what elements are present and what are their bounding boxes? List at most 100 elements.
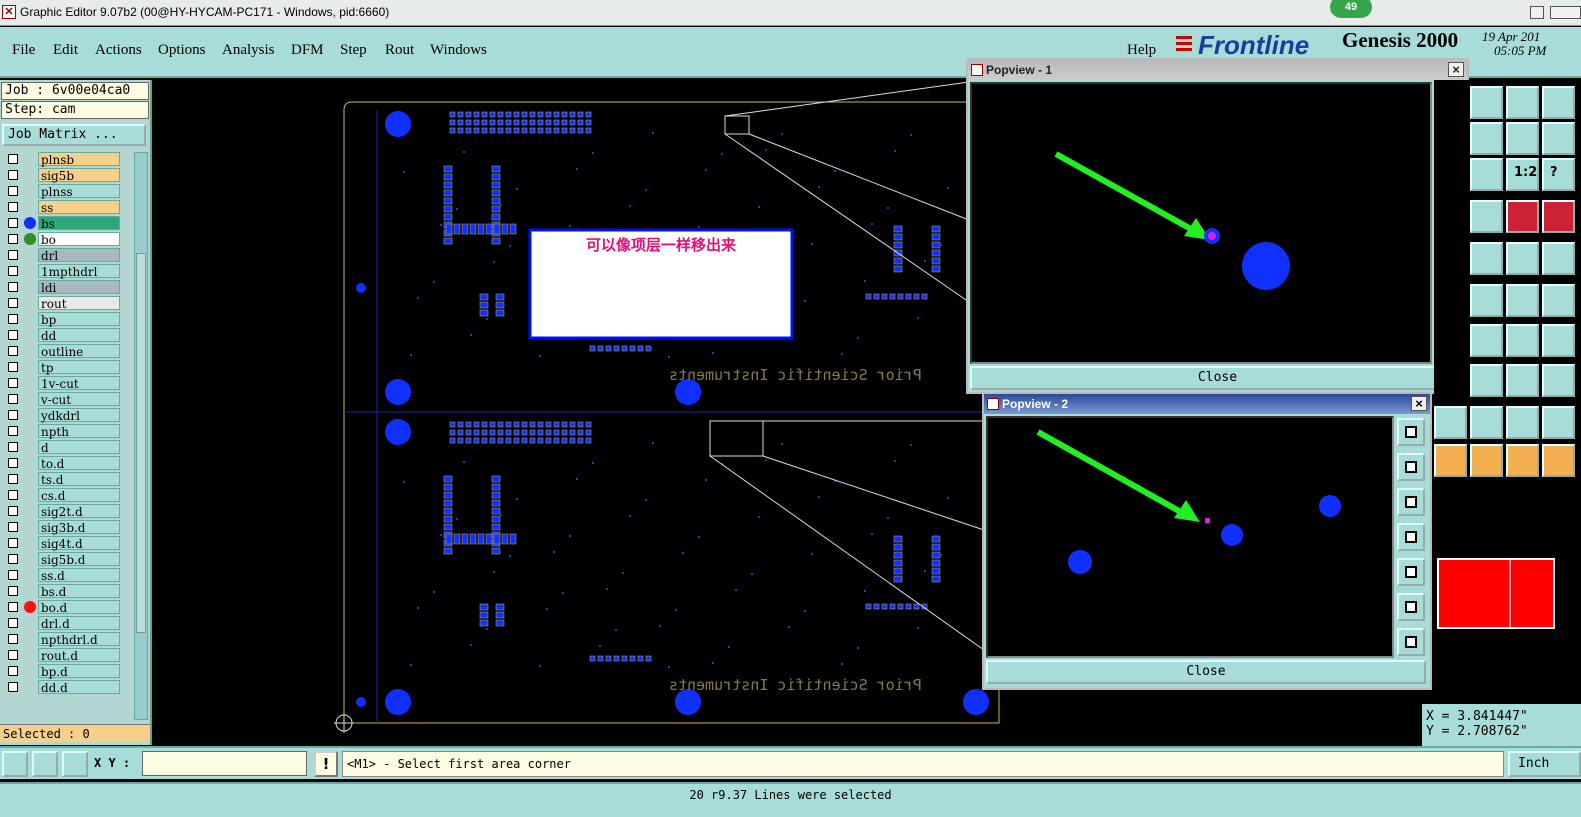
layer-name[interactable]: ts.d: [38, 472, 120, 487]
layer-checkbox[interactable]: [8, 618, 18, 628]
menu-windows[interactable]: Windows: [430, 42, 487, 59]
tool-grid-icon[interactable]: [1470, 200, 1503, 233]
notification-badge[interactable]: 49: [1330, 0, 1372, 18]
tool-house-icon[interactable]: [1506, 86, 1539, 119]
layer-row[interactable]: bp: [2, 312, 120, 327]
layer-name[interactable]: d: [38, 440, 120, 455]
tool-pointer3-icon[interactable]: [1506, 444, 1539, 477]
layer-row[interactable]: drl.d: [2, 616, 120, 631]
layer-row[interactable]: ss: [2, 200, 120, 215]
layer-row[interactable]: dd: [2, 328, 120, 343]
layer-checkbox[interactable]: [8, 554, 18, 564]
layer-row[interactable]: plnsb: [2, 152, 120, 167]
tool-arc-icon[interactable]: [1506, 324, 1539, 357]
grid-mode-icon[interactable]: [62, 751, 88, 777]
menu-actions[interactable]: Actions: [95, 42, 142, 59]
layer-name[interactable]: bo.d: [38, 600, 120, 615]
layer-name[interactable]: tp: [38, 360, 120, 375]
layer-checkbox[interactable]: [8, 154, 18, 164]
maximize-button[interactable]: [1550, 6, 1581, 19]
layer-row[interactable]: bp.d: [2, 664, 120, 679]
layer-row[interactable]: outline: [2, 344, 120, 359]
xy-input[interactable]: [142, 751, 307, 776]
tool-zoom-icon[interactable]: [1542, 86, 1575, 119]
tool-rotate-icon[interactable]: [1506, 122, 1539, 155]
layer-name[interactable]: drl: [38, 248, 120, 263]
popview-zoom-in-icon[interactable]: [1397, 593, 1425, 621]
tool-triangle4-icon[interactable]: [1542, 406, 1575, 439]
layer-checkbox[interactable]: [8, 474, 18, 484]
layer-row[interactable]: sig4t.d: [2, 536, 120, 551]
layer-name[interactable]: bs.d: [38, 584, 120, 599]
layer-name[interactable]: sig3b.d: [38, 520, 120, 535]
layer-row[interactable]: ss.d: [2, 568, 120, 583]
layer-checkbox[interactable]: [8, 634, 18, 644]
menu-options[interactable]: Options: [158, 42, 206, 59]
layer-row[interactable]: d: [2, 440, 120, 455]
layer-checkbox[interactable]: [8, 458, 18, 468]
layer-name[interactable]: npthdrl.d: [38, 632, 120, 647]
tool-select-icon[interactable]: [1470, 242, 1503, 275]
tool-delete-icon[interactable]: [1470, 284, 1503, 317]
color-swatch[interactable]: [1437, 558, 1555, 629]
tool-connect2-icon[interactable]: [1542, 284, 1575, 317]
warning-button[interactable]: !: [314, 751, 338, 777]
layer-checkbox[interactable]: [8, 522, 18, 532]
layer-checkbox[interactable]: [8, 314, 18, 324]
layer-name[interactable]: sig5b: [38, 168, 120, 183]
layer-checkbox[interactable]: [8, 682, 18, 692]
layer-row[interactable]: bo: [2, 232, 120, 247]
tool-triangle3-icon[interactable]: [1506, 406, 1539, 439]
layer-row[interactable]: sig2t.d: [2, 504, 120, 519]
layer-checkbox[interactable]: [8, 218, 18, 228]
tool-scale-icon[interactable]: [1470, 158, 1503, 191]
layer-checkbox[interactable]: [8, 538, 18, 548]
popview-1-close-icon[interactable]: ×: [1448, 62, 1464, 77]
popview-zoom-out-icon[interactable]: [1397, 628, 1425, 656]
tool-copy-icon[interactable]: [1470, 86, 1503, 119]
popview-2-close-button[interactable]: Close: [986, 660, 1426, 684]
layer-checkbox[interactable]: [8, 186, 18, 196]
layer-row[interactable]: 1v-cut: [2, 376, 120, 391]
menu-file[interactable]: File: [12, 42, 35, 59]
tool-pin-icon[interactable]: [1542, 324, 1575, 357]
layer-name[interactable]: rout: [38, 296, 120, 311]
layer-checkbox[interactable]: [8, 250, 18, 260]
layer-checkbox[interactable]: [8, 410, 18, 420]
layer-name[interactable]: plnsb: [38, 152, 120, 167]
layer-checkbox[interactable]: [8, 426, 18, 436]
layer-row[interactable]: rout.d: [2, 648, 120, 663]
layer-row[interactable]: ts.d: [2, 472, 120, 487]
layer-name[interactable]: ydkdrl: [38, 408, 120, 423]
layer-name[interactable]: cs.d: [38, 488, 120, 503]
layer-checkbox[interactable]: [8, 442, 18, 452]
popview-2-view[interactable]: [986, 416, 1394, 658]
layer-row[interactable]: sig5b.d: [2, 552, 120, 567]
layer-checkbox[interactable]: [8, 506, 18, 516]
layer-row[interactable]: npth: [2, 424, 120, 439]
layer-checkbox[interactable]: [8, 394, 18, 404]
layer-checkbox[interactable]: [8, 362, 18, 372]
tool-pointer-icon[interactable]: [1434, 444, 1467, 477]
layer-row[interactable]: rout: [2, 296, 120, 311]
popview-1-close-button[interactable]: Close: [970, 366, 1465, 390]
menu-help[interactable]: Help: [1127, 42, 1156, 59]
layer-checkbox[interactable]: [8, 282, 18, 292]
layer-list-scrollbar[interactable]: [134, 152, 148, 720]
layer-checkbox[interactable]: [8, 298, 18, 308]
layer-row[interactable]: v-cut: [2, 392, 120, 407]
menu-dfm[interactable]: DFM: [291, 42, 324, 59]
job-matrix-button[interactable]: Job Matrix ...: [2, 124, 146, 146]
layer-checkbox[interactable]: [8, 666, 18, 676]
menu-step[interactable]: Step: [340, 42, 367, 59]
layer-name[interactable]: ldi: [38, 280, 120, 295]
layer-row[interactable]: tp: [2, 360, 120, 375]
layer-name[interactable]: bo: [38, 232, 120, 247]
popview-2-close-icon[interactable]: ×: [1411, 396, 1427, 411]
popview-pan-up-icon[interactable]: [1397, 453, 1425, 481]
tool-pointer2-icon[interactable]: [1470, 444, 1503, 477]
layer-checkbox[interactable]: [8, 170, 18, 180]
tool-query-icon[interactable]: ?: [1542, 158, 1575, 191]
layer-name[interactable]: sig2t.d: [38, 504, 120, 519]
tool-ruler-icon[interactable]: [1506, 242, 1539, 275]
